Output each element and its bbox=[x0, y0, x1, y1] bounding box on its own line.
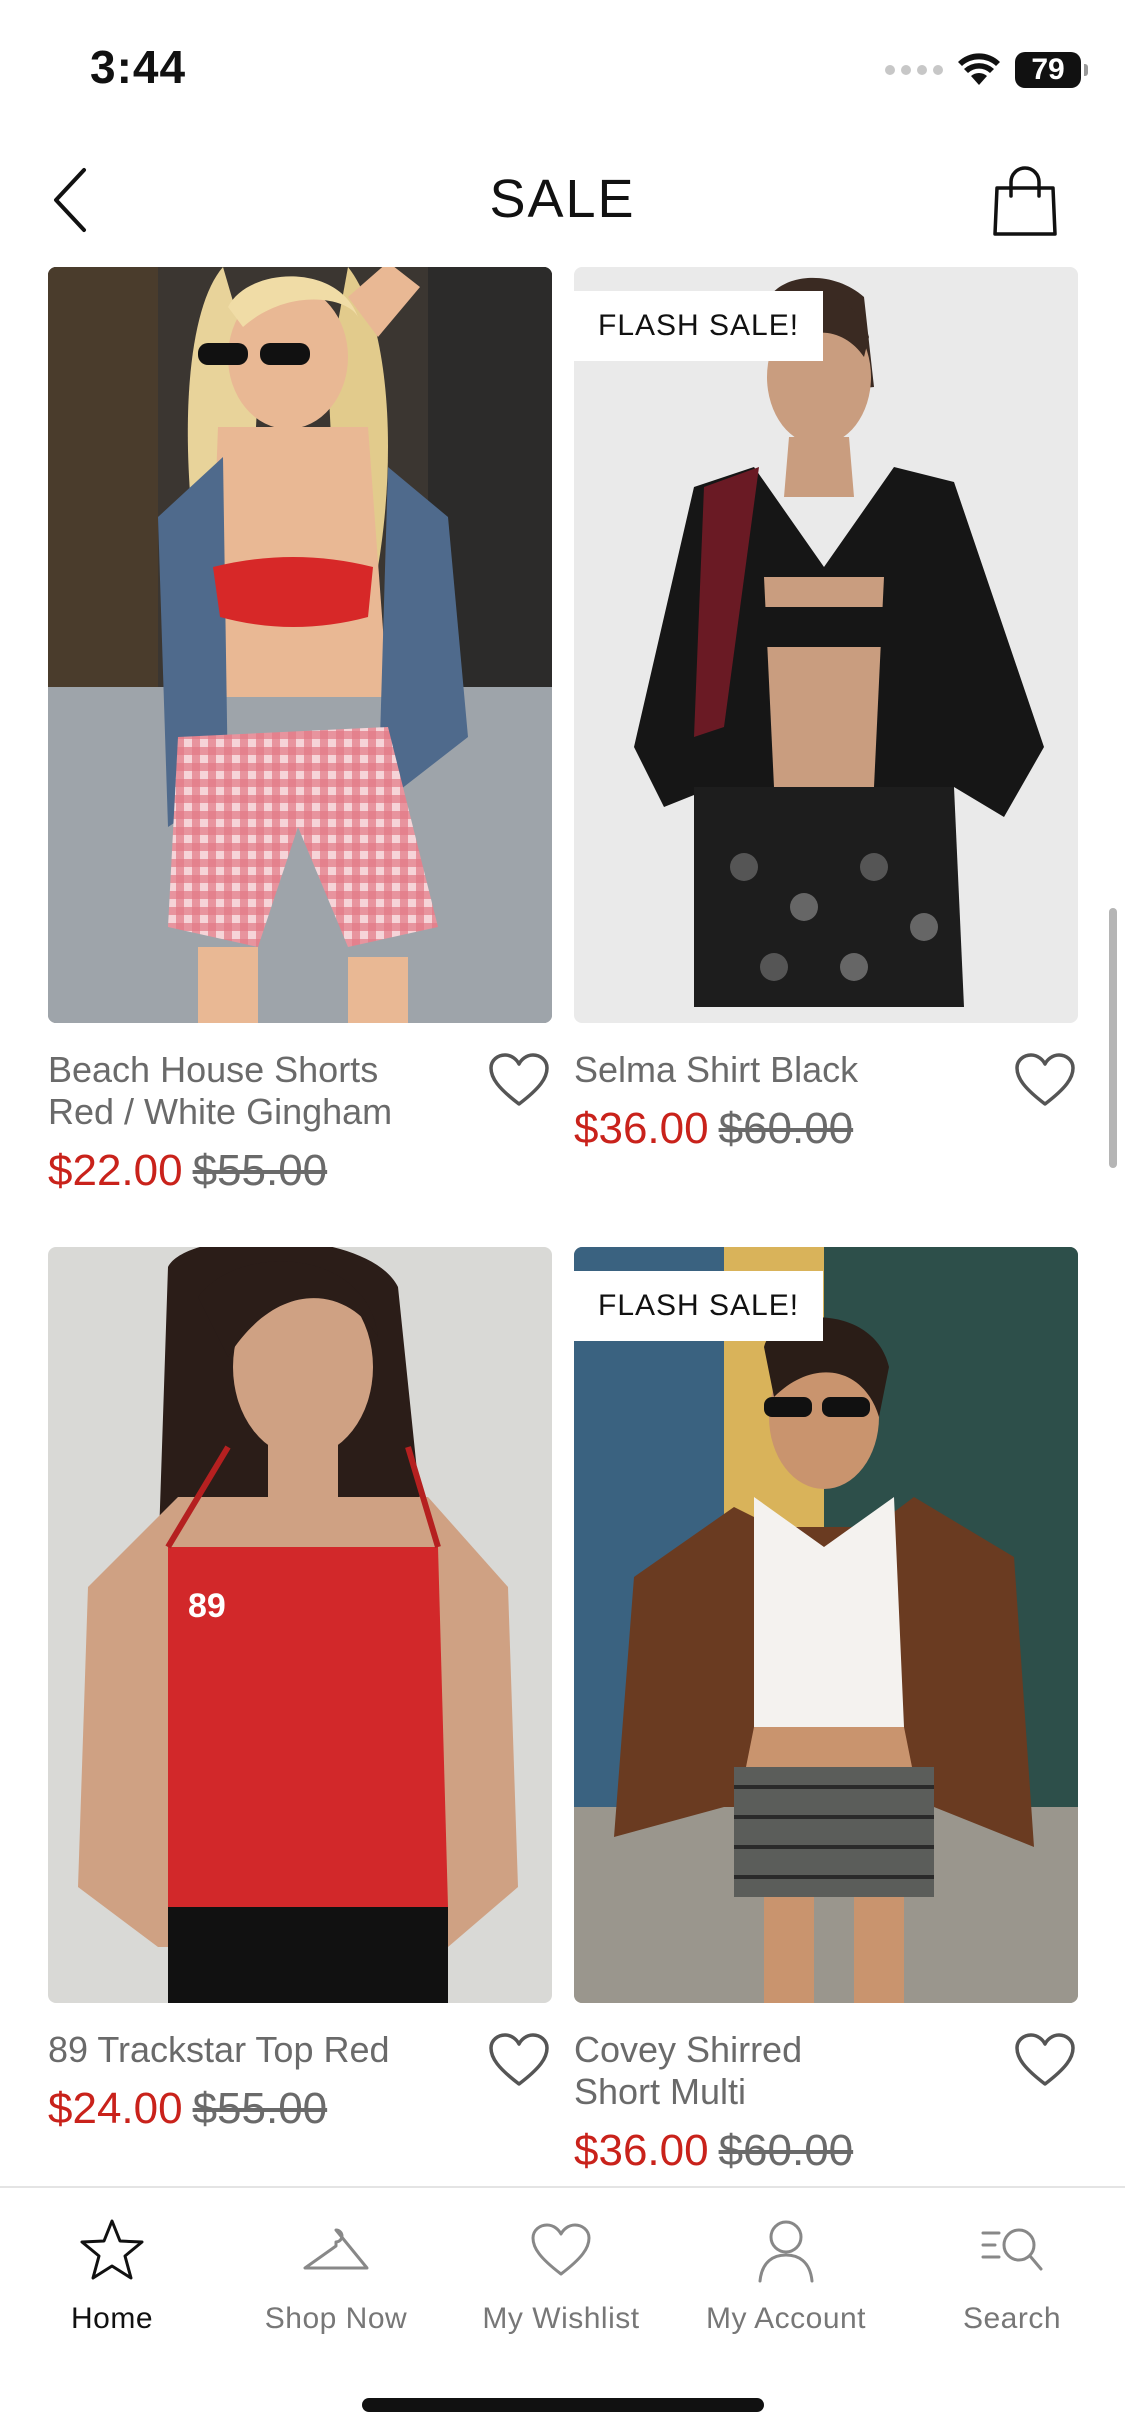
product-name[interactable]: Covey Shirred Short Multi bbox=[574, 2029, 994, 2113]
product-info: Beach House Shorts Red / White Gingham $… bbox=[48, 1049, 552, 1197]
tab-home[interactable]: Home bbox=[2, 2212, 222, 2352]
product-card[interactable]: Beach House Shorts Red / White Gingham $… bbox=[48, 267, 552, 1197]
status-icons: 79 bbox=[885, 48, 1088, 92]
product-image[interactable]: 89 bbox=[48, 1247, 552, 2003]
wishlist-button[interactable] bbox=[486, 1049, 552, 1111]
flash-sale-badge: FLASH SALE! bbox=[574, 1271, 824, 1341]
status-bar: 3:44 79 bbox=[0, 0, 1125, 132]
product-name[interactable]: Selma Shirt Black bbox=[574, 1049, 994, 1091]
wishlist-button[interactable] bbox=[1012, 2029, 1078, 2091]
tab-label: Shop Now bbox=[264, 2302, 408, 2335]
header: SALE bbox=[0, 140, 1125, 260]
product-image[interactable]: FLASH SALE! bbox=[574, 1247, 1078, 2003]
price-row: $36.00 $60.00 bbox=[574, 2125, 1078, 2177]
product-name[interactable]: 89 Trackstar Top Red bbox=[48, 2029, 468, 2071]
product-info: Selma Shirt Black $36.00 $60.00 bbox=[574, 1049, 1078, 1155]
home-indicator bbox=[362, 2398, 764, 2412]
original-price: $60.00 bbox=[718, 2126, 854, 2175]
person-icon bbox=[758, 2220, 814, 2283]
original-price: $55.00 bbox=[192, 2084, 328, 2133]
product-card[interactable]: 89 89 Trackstar Top Red $24.00 $55.00 bbox=[48, 1247, 552, 2135]
shopping-bag-icon bbox=[993, 166, 1057, 236]
cellular-signal-icon bbox=[885, 65, 943, 75]
search-icon bbox=[981, 2228, 1043, 2271]
heart-icon bbox=[489, 1053, 549, 1106]
product-image[interactable]: FLASH SALE! bbox=[574, 267, 1078, 1023]
tab-label: My Account bbox=[705, 2302, 867, 2335]
wifi-icon bbox=[958, 53, 1000, 85]
status-time: 3:44 bbox=[90, 41, 187, 93]
battery-icon: 79 bbox=[1015, 52, 1088, 88]
heart-icon bbox=[531, 2223, 591, 2276]
shopping-bag-button[interactable] bbox=[985, 156, 1065, 246]
product-info: 89 Trackstar Top Red $24.00 $55.00 bbox=[48, 2029, 552, 2135]
tab-my-account[interactable]: My Account bbox=[676, 2212, 896, 2352]
heart-icon bbox=[489, 2033, 549, 2086]
svg-text:89: 89 bbox=[188, 1587, 226, 1625]
price-row: $22.00 $55.00 bbox=[48, 1145, 552, 1197]
tab-search[interactable]: Search bbox=[902, 2212, 1122, 2352]
wishlist-button[interactable] bbox=[1012, 1049, 1078, 1111]
product-image[interactable] bbox=[48, 267, 552, 1023]
hanger-icon bbox=[303, 2228, 369, 2270]
price-row: $36.00 $60.00 bbox=[574, 1103, 1078, 1155]
sale-price: $36.00 bbox=[574, 2126, 709, 2175]
sale-price: $24.00 bbox=[48, 2084, 183, 2133]
tab-label: My Wishlist bbox=[482, 2302, 640, 2335]
tab-my-wishlist[interactable]: My Wishlist bbox=[451, 2212, 671, 2352]
price-row: $24.00 $55.00 bbox=[48, 2083, 552, 2135]
sale-price: $36.00 bbox=[574, 1104, 709, 1153]
heart-icon bbox=[1015, 1053, 1075, 1106]
tab-label: Search bbox=[962, 2302, 1062, 2335]
flash-sale-badge: FLASH SALE! bbox=[574, 291, 824, 361]
tab-shop-now[interactable]: Shop Now bbox=[226, 2212, 446, 2352]
product-name[interactable]: Beach House Shorts Red / White Gingham bbox=[48, 1049, 468, 1133]
original-price: $60.00 bbox=[718, 1104, 854, 1153]
product-card[interactable]: FLASH SALE! Covey Shirred Short Multi $3… bbox=[574, 1247, 1078, 2177]
product-info: Covey Shirred Short Multi $36.00 $60.00 bbox=[574, 2029, 1078, 2177]
heart-icon bbox=[1015, 2033, 1075, 2086]
scrollbar[interactable] bbox=[1109, 908, 1117, 1168]
page-title: SALE bbox=[489, 169, 636, 229]
wishlist-button[interactable] bbox=[486, 2029, 552, 2091]
original-price: $55.00 bbox=[192, 1146, 328, 1195]
star-icon bbox=[80, 2219, 144, 2280]
sale-price: $22.00 bbox=[48, 1146, 183, 1195]
tab-label: Home bbox=[70, 2302, 154, 2335]
product-card[interactable]: FLASH SALE! Selma Shirt Black $36.00 $60.… bbox=[574, 267, 1078, 1155]
